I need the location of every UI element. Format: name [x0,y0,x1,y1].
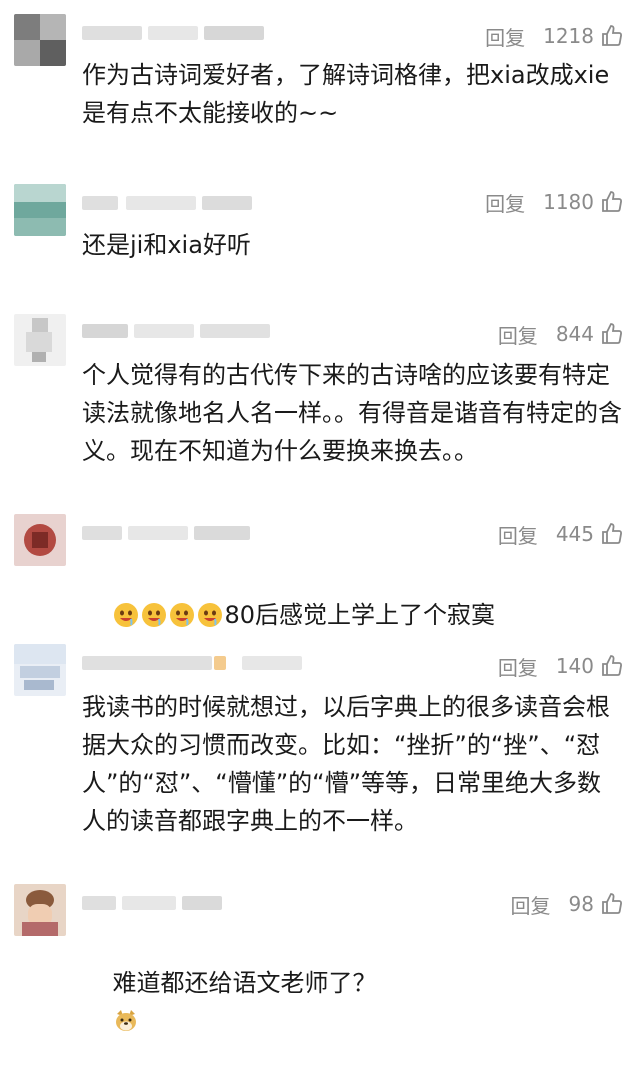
like-count: 140 [555,654,594,678]
avatar[interactable] [14,514,66,566]
avatar[interactable] [14,644,66,696]
comment-actions: 回复 445 [498,514,624,554]
username-blurred[interactable] [82,522,282,544]
thumbs-up-icon [602,893,623,914]
like-button[interactable]: 140 [556,654,624,678]
comment-text: 难道都还给语文老师了？ [112,969,377,997]
comment-text: 还是ji和xia好听 [82,231,251,259]
username-blurred[interactable] [82,892,282,914]
reply-button[interactable]: 回复 [498,320,538,349]
thumbs-up-icon [602,655,623,676]
comment-text: 作为古诗词爱好者，了解诗词格律，把xia改成xie是有点不太能接收的~~ [82,61,610,127]
comment-text: 80后感觉上学上了个寂寞 [224,601,496,629]
drooling-face-emoji [141,601,169,629]
like-button[interactable]: 844 [556,322,624,346]
reply-button[interactable]: 回复 [485,188,525,217]
like-count: 844 [555,322,594,346]
comment-item: 回复 1180 还是ji和xia好听 [0,170,640,300]
username-blurred[interactable] [82,192,282,214]
comment-item: 回复 445 80后感觉上学上了个寂寞 [0,500,640,630]
thumbs-up-icon [602,323,623,344]
thumbs-up-icon [602,191,623,212]
like-button[interactable]: 1180 [543,190,624,214]
like-button[interactable]: 445 [556,522,624,546]
username-blurred[interactable] [82,320,302,342]
thumbs-up-icon [602,25,623,46]
like-button[interactable]: 1218 [543,24,624,48]
comment-item: 回复 140 我读书的时候就想过，以后字典上的很多读音会根据大众的习惯而改变。比… [0,630,640,870]
like-button[interactable]: 98 [569,892,624,916]
comment-actions: 回复 1180 [485,182,624,222]
username-blurred[interactable] [82,22,282,44]
avatar[interactable] [14,884,66,936]
avatar[interactable] [14,184,66,236]
comment-text: 我读书的时候就想过，以后字典上的很多读音会根据大众的习惯而改变。比如：“挫折”的… [82,693,610,835]
like-count: 445 [555,522,594,546]
doge-emoji [113,1007,141,1035]
comment-text-row: 难道都还给语文老师了？ [82,926,622,1078]
drooling-face-emoji [169,601,197,629]
drooling-face-emoji [113,601,141,629]
comment-item: 回复 844 个人觉得有的古代传下来的古诗啥的应该要有特定读法就像地名人名一样。… [0,300,640,500]
username-blurred[interactable] [82,652,322,674]
like-count: 1218 [543,24,594,48]
comment-actions: 回复 1218 [485,16,624,56]
avatar[interactable] [14,314,66,366]
drooling-face-emoji [197,601,225,629]
comment-item: 回复 1218 作为古诗词爱好者，了解诗词格律，把xia改成xie是有点不太能接… [0,0,640,170]
reply-button[interactable]: 回复 [511,890,551,919]
reply-button[interactable]: 回复 [498,652,538,681]
reply-button[interactable]: 回复 [498,520,538,549]
comment-actions: 回复 140 [498,646,624,686]
comment-item: 回复 98 难道都还给语文老师了？ [0,870,640,1031]
like-count: 1180 [543,190,594,214]
comment-text: 个人觉得有的古代传下来的古诗啥的应该要有特定读法就像地名人名一样。。有得音是谐音… [82,361,622,465]
comment-actions: 回复 98 [511,884,624,924]
comment-actions: 回复 844 [498,314,624,354]
thumbs-up-icon [602,523,623,544]
reply-button[interactable]: 回复 [485,22,525,51]
avatar[interactable] [14,14,66,66]
like-count: 98 [568,892,594,916]
